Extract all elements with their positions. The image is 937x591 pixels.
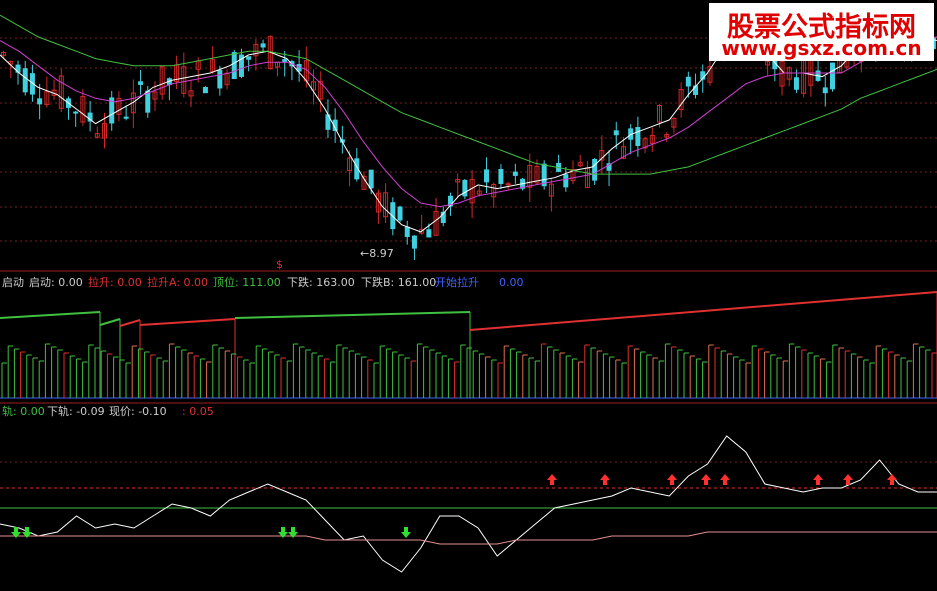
candle-body bbox=[397, 206, 403, 221]
signal-legend-2: 拉升: 0.00 bbox=[88, 275, 142, 289]
candle-body bbox=[793, 77, 799, 90]
candle-body bbox=[822, 87, 828, 94]
signal-legend-0: 启动 bbox=[2, 276, 24, 289]
oscillator-legend-1: 下轨: -0.09 bbox=[47, 404, 105, 418]
candle-body bbox=[635, 127, 641, 146]
signal-legend-1: 启动: 0.00 bbox=[29, 276, 83, 289]
low-price-label: ←8.97 bbox=[360, 247, 394, 260]
candle-body bbox=[368, 169, 374, 189]
up-arrow-icon bbox=[720, 474, 730, 485]
candle-body bbox=[73, 111, 79, 114]
candle-body bbox=[37, 98, 43, 105]
signal-marker: $ bbox=[276, 258, 283, 271]
candle-body bbox=[426, 229, 432, 238]
envelope-segment-5 bbox=[469, 291, 937, 331]
candle-body bbox=[217, 69, 223, 89]
candle-body bbox=[563, 174, 569, 188]
candle-body bbox=[246, 56, 252, 60]
up-arrow-icon bbox=[887, 474, 897, 485]
envelope-segment-3 bbox=[139, 318, 236, 326]
stock-chart: ←8.97 $ 启动 启动: 0.00 拉升: 0.00 拉升A: 0.00 顶位: 111… bbox=[0, 6, 937, 573]
envelope-segment-4 bbox=[234, 311, 471, 319]
oscillator-line-2 bbox=[0, 531, 937, 545]
candle-body bbox=[260, 43, 266, 48]
signal-panel bbox=[0, 291, 937, 399]
signal-legend-8: 0.00 bbox=[499, 276, 524, 289]
candle-body bbox=[685, 76, 691, 87]
candle-body bbox=[22, 68, 28, 93]
envelope-segment-1 bbox=[99, 318, 121, 326]
up-arrow-icon bbox=[547, 474, 557, 485]
signal-legend-6: 下跌B: 161.00 bbox=[361, 275, 436, 289]
candle-body bbox=[202, 86, 208, 94]
candle-body bbox=[123, 116, 129, 119]
envelope-segment-2 bbox=[119, 319, 141, 327]
signal-legend-4: 顶位: 111.00 bbox=[213, 275, 281, 289]
up-arrow-icon bbox=[813, 474, 823, 485]
oscillator-line-1 bbox=[0, 435, 937, 573]
candle-body bbox=[404, 226, 410, 238]
oscillator-panel bbox=[0, 435, 937, 573]
oscillator-legend-3: : 0.05 bbox=[182, 405, 214, 418]
candle-body bbox=[613, 130, 619, 136]
up-arrow-icon bbox=[667, 474, 677, 485]
candle-body bbox=[592, 158, 598, 181]
candle-body bbox=[829, 62, 835, 90]
moving-average-line-2 bbox=[0, 36, 937, 208]
signal-legend-7: 开始拉升 bbox=[435, 275, 479, 289]
candle-body bbox=[231, 52, 237, 80]
oscillator-legend-2: 现价: -0.10 bbox=[109, 405, 167, 418]
candle-body bbox=[505, 183, 511, 186]
oscillator-legend-0: 轨: 0.00 bbox=[2, 404, 45, 418]
candle-body bbox=[411, 235, 417, 249]
candle-body bbox=[484, 169, 490, 183]
down-arrow-icon bbox=[401, 527, 411, 538]
signal-legend-5: 下跌: 163.00 bbox=[287, 275, 355, 289]
up-arrow-icon bbox=[701, 474, 711, 485]
watermark-url: www.gsxz.com.cn bbox=[721, 36, 922, 60]
candle-body bbox=[498, 168, 504, 184]
candle-body bbox=[138, 81, 144, 85]
envelope-segment-0 bbox=[0, 311, 101, 319]
signal-legend-3: 拉升A: 0.00 bbox=[147, 275, 208, 289]
up-arrow-icon bbox=[600, 474, 610, 485]
candle-body bbox=[145, 90, 151, 113]
watermark-logo: 股票公式指标网 www.gsxz.com.cn bbox=[709, 3, 934, 61]
candle-body bbox=[512, 171, 518, 176]
